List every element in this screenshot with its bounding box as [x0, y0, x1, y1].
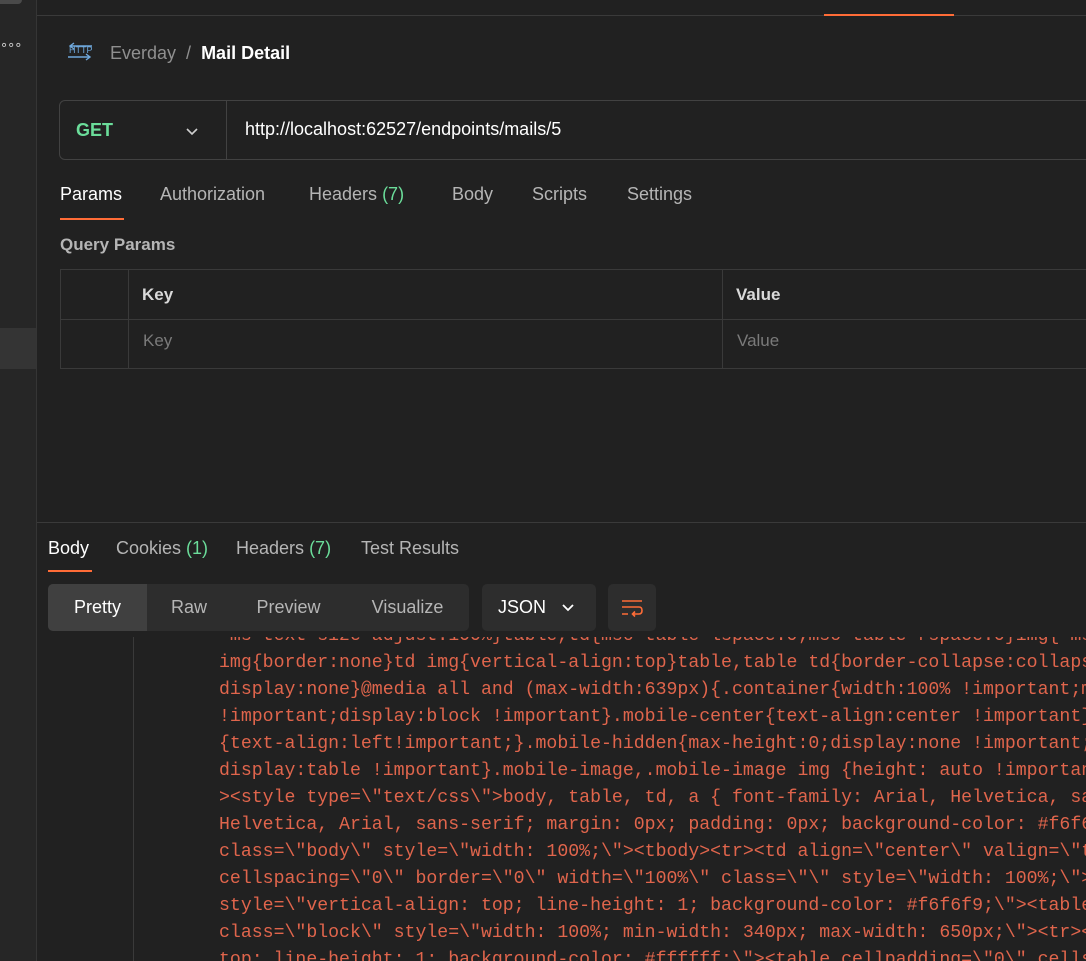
raw-button[interactable]: Raw: [147, 584, 231, 631]
sidebar-collapsed-tab[interactable]: [0, 0, 22, 4]
table-row: [61, 320, 1086, 369]
tab-label: Headers: [309, 184, 378, 204]
url-bar: GET http://localhost:62527/endpoints/mai…: [59, 100, 1086, 160]
preview-button[interactable]: Preview: [231, 584, 346, 631]
code-line: Helvetica, Arial, sans-serif; margin: 0p…: [219, 815, 1086, 835]
response-tab-body[interactable]: Body: [48, 538, 89, 559]
tab-label: Params: [60, 184, 123, 204]
code-line: img{border:none}td img{vertical-align:to…: [219, 653, 1086, 673]
code-line: !important;display:block !important}.mob…: [219, 707, 1086, 727]
column-divider: [128, 270, 129, 368]
value-input[interactable]: Value: [737, 331, 779, 351]
code-line: display:none}@media all and (max-width:6…: [219, 680, 1086, 700]
more-options-icon[interactable]: ∘∘∘: [0, 38, 22, 52]
pane-divider[interactable]: [37, 522, 1086, 523]
pretty-button[interactable]: Pretty: [48, 584, 147, 631]
code-line: ><style type=\"text/css\">body, table, t…: [219, 788, 1086, 808]
tab-label: Authorization: [160, 184, 266, 204]
table-header-row: [61, 270, 1086, 320]
tab-label: Settings: [627, 184, 693, 204]
request-name[interactable]: Mail Detail: [201, 43, 290, 64]
tab-label: Test Results: [361, 538, 460, 558]
http-icon: HTTP: [68, 42, 93, 61]
url-input[interactable]: http://localhost:62527/endpoints/mails/5: [245, 119, 561, 140]
chevron-down-icon: [562, 604, 574, 612]
code-line: cellspacing=\"0\" border=\"0\" width=\"1…: [219, 869, 1086, 889]
sidebar-selected-item[interactable]: [0, 328, 36, 369]
tab-scripts[interactable]: Scripts: [532, 184, 587, 205]
response-tab-test-results[interactable]: Test Results: [361, 538, 459, 559]
code-line: top; line-height: 1; background-color: #…: [219, 950, 1086, 961]
tab-count-badge: (1): [186, 538, 209, 558]
tab-count-badge: (7): [382, 184, 405, 204]
tab-params[interactable]: Params: [60, 184, 122, 205]
tab-headers[interactable]: Headers (7): [309, 184, 404, 205]
active-tab-indicator: [824, 14, 954, 16]
code-line: class=\"block\" style=\"width: 100%; min…: [219, 923, 1086, 943]
active-tab-underline: [60, 218, 124, 220]
wrap-lines-icon: [622, 599, 643, 617]
breadcrumb: HTTP Everday / Mail Detail: [66, 40, 290, 66]
key-input[interactable]: Key: [143, 331, 172, 351]
tab-label: Scripts: [532, 184, 588, 204]
query-params-table: Key Value Key Value: [60, 269, 1086, 369]
tab-label: Headers: [236, 538, 305, 558]
breadcrumb-separator: /: [186, 42, 192, 63]
code-line: -ms-text-size-adjust:100%}table,td{mso-t…: [219, 637, 1086, 650]
tab-label: Body: [48, 538, 90, 558]
breadcrumb-collection[interactable]: Everday: [110, 43, 176, 64]
tab-settings[interactable]: Settings: [627, 184, 692, 205]
visualize-button[interactable]: Visualize: [346, 584, 469, 631]
format-type-label: JSON: [498, 597, 547, 617]
tab-label: Cookies: [116, 538, 182, 558]
key-column-header: Key: [142, 285, 174, 304]
response-tab-cookies[interactable]: Cookies (1): [116, 538, 208, 559]
tab-body[interactable]: Body: [452, 184, 493, 205]
response-format-group: Pretty Raw Preview Visualize: [48, 584, 469, 631]
format-type-select[interactable]: JSON: [482, 584, 596, 631]
active-tab-underline: [48, 570, 92, 572]
response-body-viewer[interactable]: -ms-text-size-adjust:100%}table,td{mso-t…: [48, 637, 1086, 961]
left-sidebar: ∘∘∘: [0, 0, 37, 961]
column-divider[interactable]: [722, 270, 723, 368]
code-line: {text-align:left!important;}.mobile-hidd…: [219, 734, 1086, 754]
value-column-header: Value: [736, 285, 781, 304]
query-params-title: Query Params: [60, 235, 176, 254]
wrap-lines-button[interactable]: [608, 584, 656, 631]
method-select[interactable]: GET: [60, 101, 227, 159]
tab-count-badge: (7): [309, 538, 332, 558]
code-line: style=\"vertical-align: top; line-height…: [219, 896, 1086, 916]
tab-authorization[interactable]: Authorization: [160, 184, 265, 205]
code-line: class=\"body\" style=\"width: 100%;\"><t…: [219, 842, 1086, 862]
indent-guide: [133, 637, 134, 961]
chevron-down-icon: [186, 128, 198, 136]
tab-label: Body: [452, 184, 494, 204]
code-line: display:table !important}.mobile-image,.…: [219, 761, 1086, 781]
method-label: GET: [76, 119, 114, 140]
response-tab-headers[interactable]: Headers (7): [236, 538, 331, 559]
